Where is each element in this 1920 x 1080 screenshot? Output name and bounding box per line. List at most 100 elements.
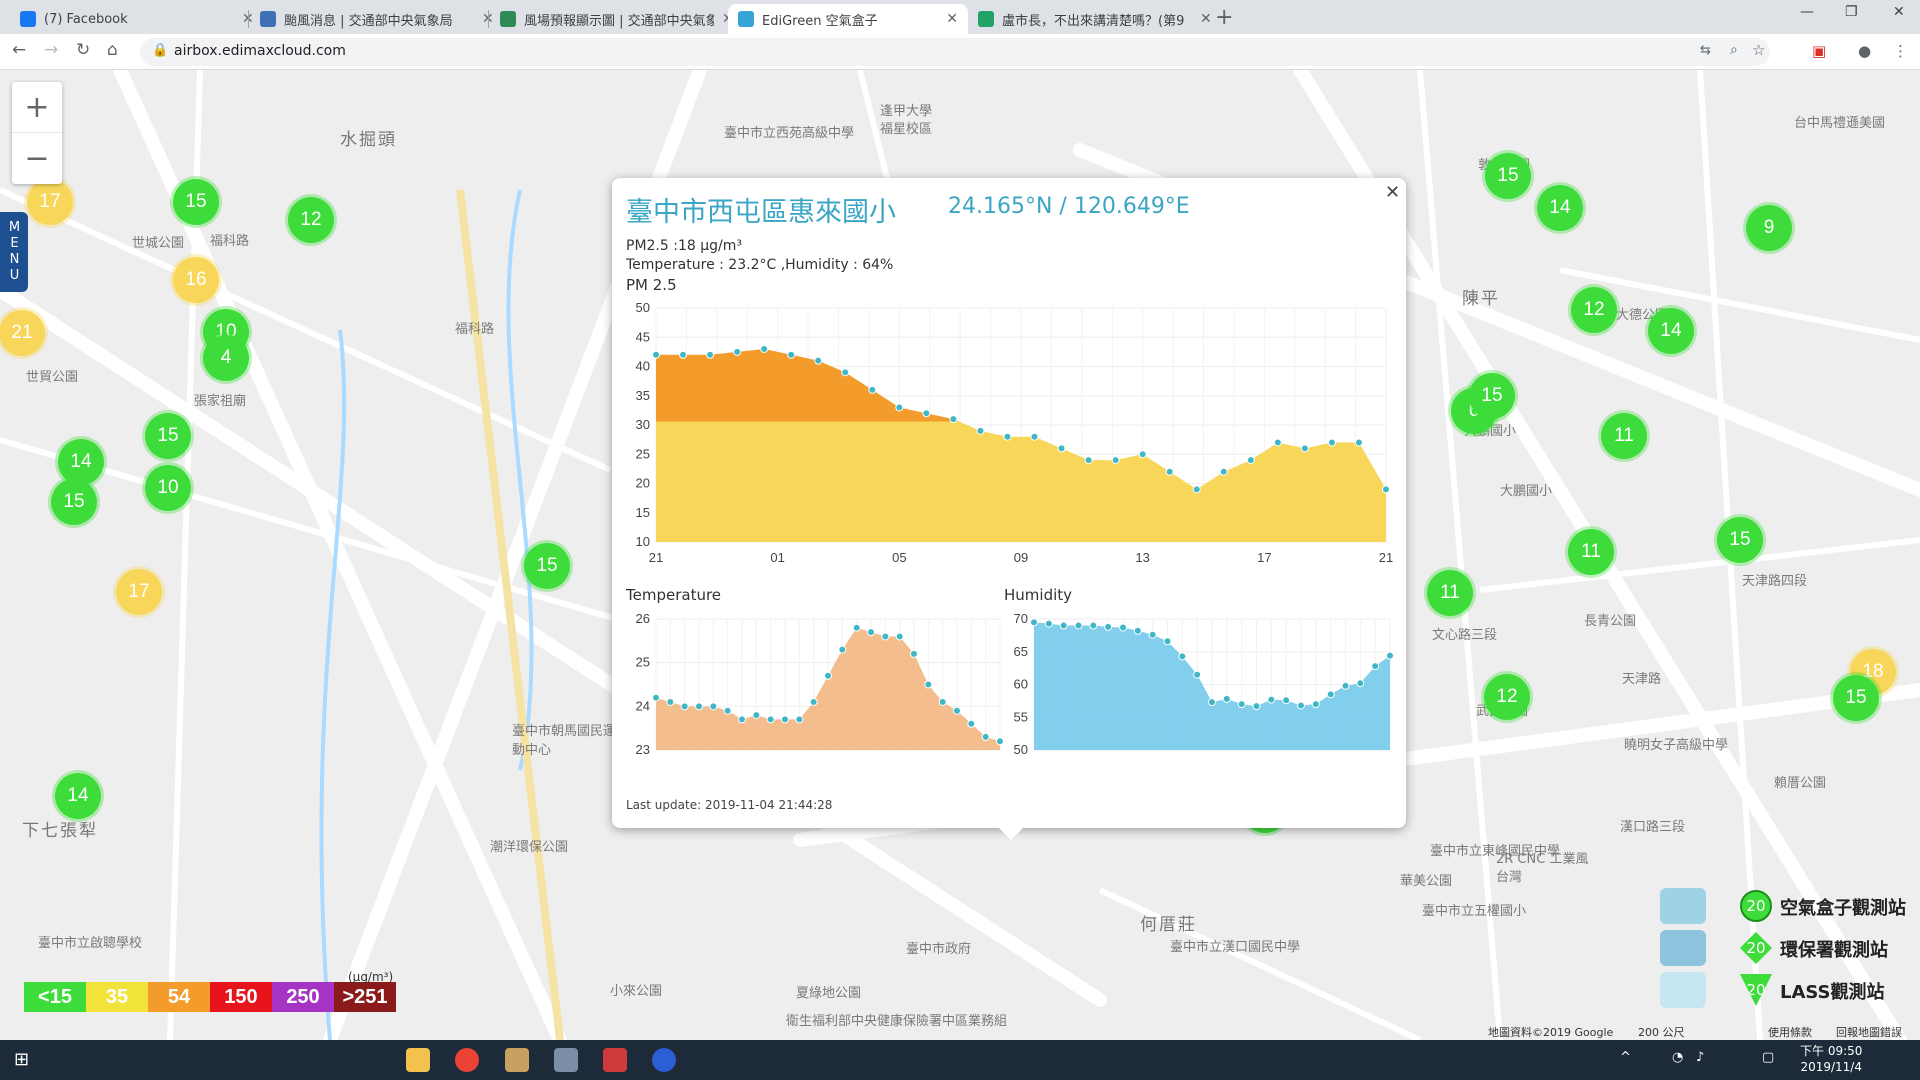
y-tick-label: 25	[636, 446, 650, 461]
legend-bin: 35	[86, 982, 148, 1012]
back-icon[interactable]: ←	[12, 40, 26, 60]
airbox-marker[interactable]: 21	[0, 310, 45, 356]
address-bar[interactable]: 🔒 airbox.edimaxcloud.com ⇆ ⌕ ☆	[140, 38, 1770, 66]
profile-icon[interactable]: ●	[1858, 42, 1871, 60]
restore-icon[interactable]: ❐	[1845, 4, 1858, 20]
zoom-in-button[interactable]: +	[12, 82, 62, 133]
airbox-marker[interactable]: 14	[1537, 185, 1583, 231]
sheets-icon	[978, 11, 994, 27]
tab-facebook[interactable]: (7) Facebook ✕	[10, 4, 264, 34]
zoom-icon[interactable]: ⌕	[1730, 42, 1738, 58]
airbox-marker[interactable]: 14	[55, 773, 101, 819]
airbox-marker[interactable]: 4	[203, 335, 249, 381]
file-explorer-icon[interactable]	[406, 1048, 430, 1072]
tab-typhoon-news[interactable]: 颱風消息 | 交通部中央氣象局 ✕	[250, 4, 504, 34]
data-point	[838, 645, 847, 654]
tab-strip: (7) Facebook ✕ 颱風消息 | 交通部中央氣象局 ✕ 風場預報顯示圖…	[0, 0, 1920, 34]
side-menu-toggle[interactable]: MENU	[0, 212, 28, 292]
tab-edigreen[interactable]: EdiGreen 空氣盒子 ✕	[728, 4, 968, 34]
tab-wind-forecast[interactable]: 風場預報顯示圖 | 交通部中央氣象 ✕	[490, 4, 744, 34]
airbox-marker[interactable]: 17	[116, 569, 162, 615]
epa-building-icon	[1660, 930, 1706, 966]
wifi-icon[interactable]: ◔	[1672, 1050, 1683, 1065]
airbox-marker[interactable]: 12	[288, 197, 334, 243]
windows-start-icon[interactable]: ⊞	[14, 1049, 29, 1070]
airbox-marker[interactable]: 11	[1601, 413, 1647, 459]
airbox-marker[interactable]: 14	[1648, 308, 1694, 354]
extension-icon[interactable]: ▣	[1812, 42, 1826, 60]
edigreen-icon	[738, 11, 754, 27]
new-tab-button[interactable]: +	[1215, 5, 1233, 30]
data-point	[1222, 694, 1231, 703]
airbox-marker[interactable]: 14	[58, 439, 104, 485]
data-point	[679, 350, 688, 359]
notification-icon[interactable]: ▢	[1762, 1050, 1774, 1065]
system-clock[interactable]: 下午 09:50 2019/11/4	[1800, 1043, 1862, 1075]
map-label: 福科路	[210, 234, 250, 249]
app-icon[interactable]	[554, 1048, 578, 1072]
data-point	[666, 697, 675, 706]
airbox-marker[interactable]: 15	[1485, 153, 1531, 199]
terms-link[interactable]: 使用條款	[1768, 1024, 1812, 1040]
data-point	[1208, 698, 1216, 707]
airbox-marker[interactable]: 9	[1746, 205, 1792, 251]
x-tick-label: 01	[770, 550, 784, 565]
airbox-marker[interactable]: 16	[173, 257, 219, 303]
airbox-marker[interactable]: 15	[145, 413, 191, 459]
y-tick-label: 65	[1014, 644, 1028, 659]
airbox-marker[interactable]: 15	[524, 543, 570, 589]
app-icon[interactable]	[505, 1048, 529, 1072]
airbox-marker[interactable]: 17	[27, 179, 73, 225]
map-label: 天津路四段	[1742, 574, 1808, 589]
close-window-icon[interactable]: ✕	[1893, 4, 1905, 20]
airbox-marker[interactable]: 11	[1427, 570, 1473, 616]
airbox-marker[interactable]: 15	[51, 479, 97, 525]
airbox-station-icon	[1660, 888, 1706, 924]
data-point	[976, 426, 985, 435]
airbox-marker[interactable]: 15	[1717, 517, 1763, 563]
y-tick-label: 24	[636, 698, 650, 713]
close-tab-icon[interactable]: ✕	[1200, 11, 1212, 27]
close-tab-icon[interactable]: ✕	[946, 11, 958, 27]
url-text[interactable]: airbox.edimaxcloud.com	[174, 43, 346, 59]
airbox-marker[interactable]: 10	[145, 465, 191, 511]
map-label: 曉明女子高級中學	[1624, 738, 1729, 753]
data-point	[695, 702, 703, 711]
data-point	[938, 697, 947, 706]
forward-icon[interactable]: →	[44, 40, 58, 60]
map-label: 台灣	[1496, 870, 1523, 885]
legend-bin: <15	[24, 982, 86, 1012]
zoom-out-button[interactable]: −	[12, 133, 62, 184]
x-tick-label: 05	[892, 550, 906, 565]
airbox-marker[interactable]: 11	[1568, 529, 1614, 575]
station-legend-airbox[interactable]: 20 空氣盒子觀測站	[1660, 886, 1920, 926]
volume-icon[interactable]: ♪	[1696, 1050, 1704, 1065]
data-point	[1273, 438, 1282, 447]
translate-icon[interactable]: ⇆	[1700, 43, 1711, 58]
airbox-marker[interactable]: 12	[1571, 287, 1617, 333]
airbox-marker[interactable]: 15	[1833, 675, 1879, 721]
report-error-link[interactable]: 回報地圖錯誤	[1836, 1024, 1902, 1040]
tab-sheets[interactable]: 盧市長，不出來講清楚嗎？(第9 ✕	[968, 4, 1222, 34]
data-point	[1193, 670, 1202, 679]
home-icon[interactable]: ⌂	[107, 40, 118, 60]
y-tick-label: 30	[636, 417, 650, 432]
app-icon[interactable]	[652, 1048, 676, 1072]
chrome-icon[interactable]	[455, 1048, 479, 1072]
chrome-menu-icon[interactable]: ⋮	[1893, 42, 1908, 60]
legend-bin: 250	[272, 982, 334, 1012]
bookmark-star-icon[interactable]: ☆	[1752, 41, 1765, 59]
map-label: 福星校區	[880, 122, 933, 137]
app-icon[interactable]	[603, 1048, 627, 1072]
airbox-marker[interactable]: 15	[1469, 373, 1515, 419]
tray-chevron-icon[interactable]: ^	[1620, 1050, 1631, 1065]
airbox-marker[interactable]: 15	[173, 179, 219, 225]
browser-toolbar: ← → ↻ ⌂ 🔒 airbox.edimaxcloud.com ⇆ ⌕ ☆ ▣…	[0, 34, 1920, 70]
minimize-icon[interactable]: —	[1800, 4, 1814, 20]
station-legend-lass[interactable]: 20 LASS觀測站	[1660, 970, 1920, 1010]
tab-title: 颱風消息 | 交通部中央氣象局	[284, 13, 453, 29]
airbox-marker[interactable]: 12	[1484, 674, 1530, 720]
data-point	[814, 356, 823, 365]
reload-icon[interactable]: ↻	[76, 40, 90, 60]
station-legend-epa[interactable]: 20 環保署觀測站	[1660, 928, 1920, 968]
